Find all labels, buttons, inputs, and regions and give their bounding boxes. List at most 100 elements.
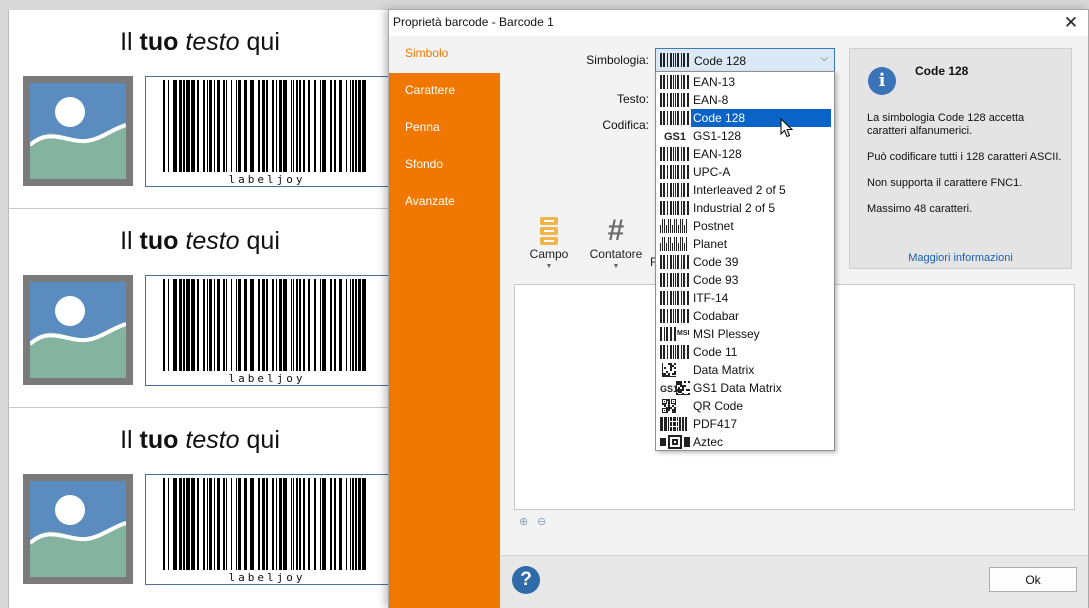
zoom-out-icon[interactable]: ⊖ <box>537 515 546 528</box>
title-italic: testo <box>185 426 240 454</box>
help-icon[interactable]: ? <box>512 566 540 594</box>
symbology-option[interactable]: Code 93 <box>657 271 833 289</box>
symbology-option[interactable]: MSI MSI Plessey <box>657 325 833 343</box>
image-placeholder-icon[interactable] <box>23 275 133 385</box>
label-title[interactable]: Il tuo testo qui <box>9 227 391 256</box>
counter-tool-label: Contatore <box>589 247 643 261</box>
svg-text:GS1: GS1 <box>664 131 686 143</box>
symbology-option-label: ITF-14 <box>693 291 729 305</box>
field-tool-label: Campo <box>529 247 569 261</box>
barcode-icon <box>660 345 689 359</box>
label-sheet: Il tuo testo qui labeljoy Il tuo testo q… <box>8 10 391 608</box>
sidebar-item-avanzate[interactable]: Avanzate <box>389 184 500 221</box>
close-icon[interactable]: ✕ <box>1060 12 1082 34</box>
symbology-option-label: PDF417 <box>693 417 738 431</box>
symbology-option[interactable]: UPC-A <box>657 163 833 181</box>
title-bold: tuo <box>139 426 179 454</box>
sidebar-item-simbolo[interactable]: Simbolo <box>389 36 500 73</box>
symbology-option[interactable]: EAN-128 <box>657 145 833 163</box>
sidebar-item-carattere[interactable]: Carattere <box>389 73 500 110</box>
symbology-option-label: EAN-13 <box>693 75 736 89</box>
barcode-icon <box>660 273 689 287</box>
label-3[interactable]: Il tuo testo qui labeljoy <box>9 408 391 607</box>
more-info-link[interactable]: Maggiori informazioni <box>850 252 1071 264</box>
title-plain: Il <box>120 227 140 255</box>
field-icon <box>540 217 558 245</box>
msi-icon: MSI <box>660 327 690 341</box>
qr-icon <box>662 399 676 413</box>
symbology-option[interactable]: Code 11 <box>657 343 833 361</box>
symbology-option[interactable]: Planet <box>657 235 833 253</box>
info-text-line: La simbologia Code 128 accetta caratteri… <box>867 112 1025 137</box>
symbology-option[interactable]: Interleaved 2 of 5 <box>657 181 833 199</box>
symbology-option[interactable]: Data Matrix <box>657 361 833 379</box>
label-title[interactable]: Il tuo testo qui <box>9 28 391 57</box>
symbology-option[interactable]: Industrial 2 of 5 <box>657 199 833 217</box>
barcode-icon <box>660 183 689 197</box>
hash-icon: # <box>607 214 625 247</box>
symbology-option[interactable]: Aztec <box>657 433 833 451</box>
symbology-option-label: GS1 Data Matrix <box>693 381 782 395</box>
dialog-titlebar[interactable]: Proprietà barcode - Barcode 1 ✕ <box>389 10 1088 36</box>
symbology-option[interactable]: Code 39 <box>657 253 833 271</box>
symbology-option-label: QR Code <box>693 399 744 413</box>
text-label: Testo: <box>616 92 649 106</box>
symbology-option[interactable]: ITF-14 <box>657 289 833 307</box>
symbology-select[interactable]: Code 128 ⌵ <box>655 48 835 72</box>
dialog-title: Proprietà barcode - Barcode 1 <box>393 15 554 29</box>
symbology-option[interactable]: GS1 GS1 Data Matrix <box>657 379 833 397</box>
barcode-object[interactable]: labeljoy <box>145 474 389 585</box>
sidebar-item-sfondo[interactable]: Sfondo <box>389 147 500 184</box>
barcode-icon <box>660 309 689 323</box>
symbology-option-label: Code 128 <box>691 109 831 127</box>
postal-barcode-icon <box>660 237 687 251</box>
field-tool-button[interactable]: Campo ▼ <box>527 215 571 270</box>
symbology-selected-value: Code 128 <box>694 54 747 68</box>
symbology-option-label: EAN-8 <box>693 93 729 107</box>
label-2[interactable]: Il tuo testo qui labeljoy <box>9 209 391 408</box>
desktop: Il tuo testo qui labeljoy Il tuo testo q… <box>0 0 1089 608</box>
dialog-footer: ? Ok <box>500 555 1088 608</box>
image-placeholder-icon[interactable] <box>23 76 133 186</box>
info-icon: i <box>868 67 896 95</box>
sidebar-item-penna[interactable]: Penna <box>389 110 500 147</box>
symbology-option[interactable]: QR Code <box>657 397 833 415</box>
symbology-option[interactable]: PDF417 <box>657 415 833 433</box>
symbology-option[interactable]: Postnet <box>657 217 833 235</box>
svg-text:GS1: GS1 <box>660 384 678 394</box>
mouse-cursor-icon <box>780 118 794 138</box>
barcode-icon <box>660 93 689 107</box>
barcode-icon <box>660 111 689 125</box>
symbology-info-panel: i Code 128 La simbologia Code 128 accett… <box>849 48 1072 269</box>
label-title[interactable]: Il tuo testo qui <box>9 426 391 455</box>
pdf417-icon <box>660 417 687 431</box>
info-text-line: Massimo 48 caratteri. <box>867 203 973 215</box>
barcode-object[interactable]: labeljoy <box>145 76 389 187</box>
barcode-human-text: labeljoy <box>228 173 306 186</box>
title-plain: Il <box>120 28 140 56</box>
image-placeholder-icon[interactable] <box>23 474 133 584</box>
symbology-option[interactable]: GS1 GS1-128 <box>657 127 833 145</box>
symbology-option[interactable]: Code 128 <box>657 109 833 127</box>
title-plain: Il <box>120 426 140 454</box>
ok-button[interactable]: Ok <box>989 567 1077 592</box>
label-1[interactable]: Il tuo testo qui labeljoy <box>9 10 391 209</box>
barcode-icon <box>660 53 689 67</box>
aztec-icon <box>660 435 690 449</box>
barcode-object[interactable]: labeljoy <box>145 275 389 386</box>
symbology-dropdown-list: EAN-13 EAN-8 Code 128 GS1 GS1-128 EAN-128 UPC-… <box>655 71 835 451</box>
zoom-in-icon[interactable]: ⊕ <box>519 515 528 528</box>
symbology-option-label: Postnet <box>693 219 734 233</box>
symbology-option[interactable]: EAN-13 <box>657 73 833 91</box>
barcode-human-text: labeljoy <box>228 571 306 584</box>
symbology-option-label: EAN-128 <box>693 147 742 161</box>
symbology-option-label: MSI Plessey <box>693 327 760 341</box>
barcode-icon <box>660 75 689 89</box>
counter-tool-button[interactable]: # Contatore ▼ <box>585 214 647 271</box>
symbology-option[interactable]: EAN-8 <box>657 91 833 109</box>
title-italic: testo <box>185 227 240 255</box>
symbology-option-label: Code 39 <box>693 255 739 269</box>
encoding-label: Codifica: <box>602 118 649 132</box>
title-tail: qui <box>239 28 280 56</box>
symbology-option[interactable]: Codabar <box>657 307 833 325</box>
